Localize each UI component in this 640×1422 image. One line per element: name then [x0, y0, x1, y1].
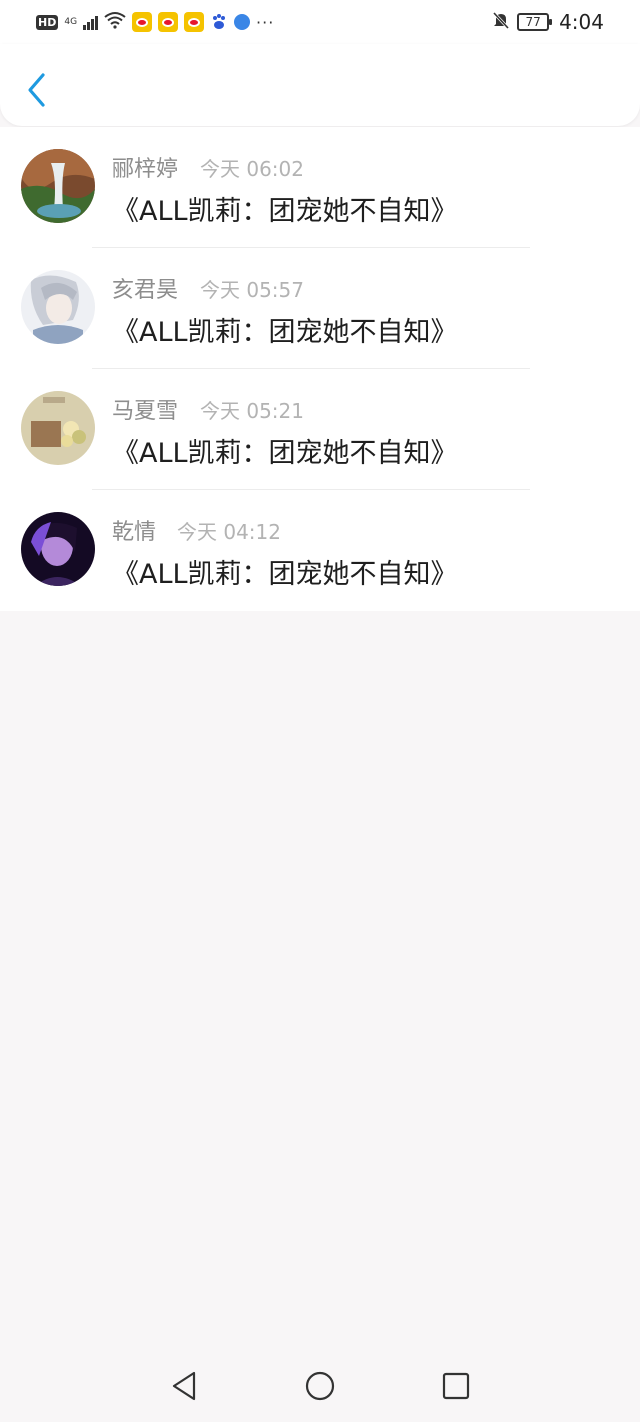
- mute-bell-icon: [491, 10, 511, 35]
- message-text: 《ALL凯莉：团宠她不自知》: [112, 317, 458, 348]
- header: [0, 44, 640, 126]
- avatar[interactable]: [21, 149, 95, 223]
- network-label: 4G: [64, 16, 78, 27]
- weibo-icon: [184, 12, 205, 32]
- more-notifications-icon: ···: [256, 12, 275, 32]
- status-bar: HD 4G ··· 77 4:04: [0, 0, 640, 44]
- nav-recents-button[interactable]: [436, 1366, 476, 1406]
- message-time: 今天 05:57: [200, 278, 304, 302]
- message-text: 《ALL凯莉：团宠她不自知》: [112, 559, 458, 590]
- sender-name: 郦梓婷: [112, 157, 179, 182]
- browser-icon: [234, 14, 251, 30]
- list-item[interactable]: 马夏雪 今天 05:21 《ALL凯莉：团宠她不自知》: [0, 369, 640, 490]
- back-button[interactable]: [18, 70, 54, 110]
- status-left: HD 4G ···: [36, 10, 274, 34]
- avatar[interactable]: [21, 512, 95, 586]
- weibo-icon: [132, 12, 153, 32]
- message-text: 《ALL凯莉：团宠她不自知》: [112, 438, 458, 469]
- sender-name: 乾情: [112, 520, 157, 545]
- clock: 4:04: [559, 10, 604, 34]
- message-time: 今天 05:21: [200, 399, 304, 423]
- avatar[interactable]: [21, 391, 95, 465]
- signal-icon: [83, 14, 99, 30]
- chevron-left-icon: [28, 73, 45, 107]
- list-item[interactable]: 郦梓婷 今天 06:02 《ALL凯莉：团宠她不自知》: [0, 127, 640, 248]
- nav-home-button[interactable]: [300, 1366, 340, 1406]
- list-item[interactable]: 亥君昊 今天 05:57 《ALL凯莉：团宠她不自知》: [0, 248, 640, 369]
- triangle-back-icon: [172, 1371, 196, 1401]
- message-time: 今天 04:12: [177, 520, 281, 544]
- sender-name: 亥君昊: [112, 278, 179, 303]
- message-list: 郦梓婷 今天 06:02 《ALL凯莉：团宠她不自知》 亥君昊 今天 05:57…: [0, 127, 640, 611]
- message-text: 《ALL凯莉：团宠她不自知》: [112, 196, 458, 227]
- square-recents-icon: [442, 1372, 470, 1400]
- weibo-icon: [158, 12, 179, 32]
- screen: HD 4G ··· 77 4:04 郦梓婷 今天 06:02 《ALL凯莉：团宠…: [0, 0, 640, 1422]
- status-right: 77 4:04: [491, 10, 604, 35]
- battery-icon: 77: [517, 13, 553, 31]
- sender-name: 马夏雪: [112, 399, 179, 424]
- wifi-icon: [104, 10, 126, 34]
- avatar[interactable]: [21, 270, 95, 344]
- nav-back-button[interactable]: [164, 1366, 204, 1406]
- circle-home-icon: [305, 1371, 335, 1401]
- message-time: 今天 06:02: [200, 157, 304, 181]
- list-item[interactable]: 乾情 今天 04:12 《ALL凯莉：团宠她不自知》: [0, 490, 640, 611]
- baidu-paw-icon: [210, 13, 228, 31]
- navigation-bar: [0, 1350, 640, 1422]
- hd-badge: HD: [36, 14, 59, 30]
